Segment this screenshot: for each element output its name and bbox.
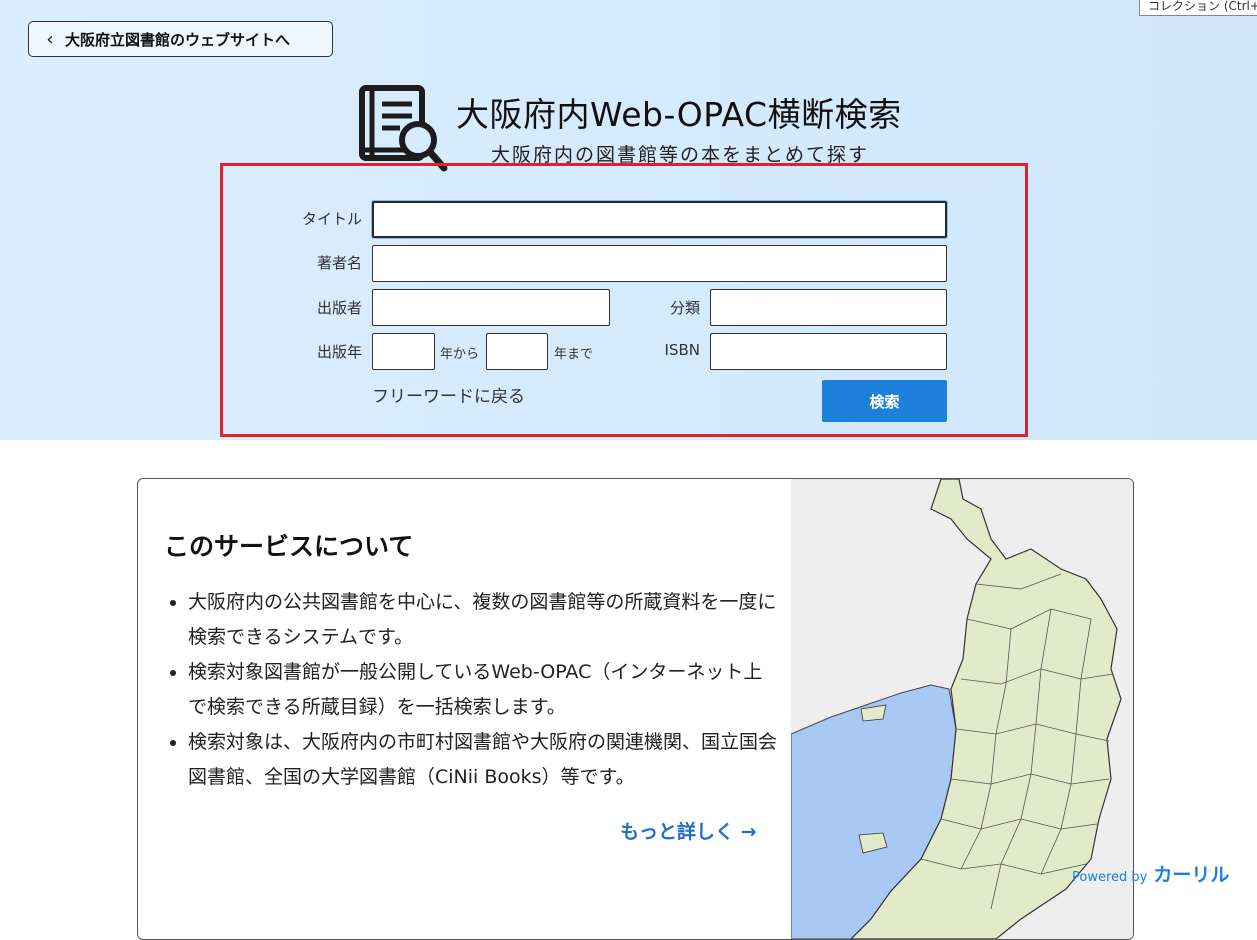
list-item: 大阪府内の公共図書館を中心に、複数の図書館等の所蔵資料を一度に検索できるシステム… [188,585,778,655]
publisher-label: 出版者 [316,299,362,317]
title-label: タイトル [301,210,362,228]
back-button-label: 大阪府立図書館のウェブサイトへ [65,30,291,49]
calil-logo: カーリル [1153,864,1230,886]
page-title: 大阪府内Web-OPAC横断検索 [456,95,902,134]
list-item: 検索対象図書館が一般公開しているWeb-OPAC（インターネット上で検索できる所… [188,655,778,725]
more-details-link[interactable]: もっと詳しく → [620,817,757,844]
search-button[interactable]: 検索 [822,380,947,422]
back-to-library-button[interactable]: ‹ 大阪府立図書館のウェブサイトへ [28,21,333,57]
freeword-link[interactable]: フリーワードに戻る [372,382,525,407]
about-heading: このサービスについて [164,532,414,561]
classification-label: 分類 [669,299,700,317]
about-card: このサービスについて 大阪府内の公共図書館を中心に、複数の図書館等の所蔵資料を一… [137,478,1134,940]
powered-by-label: Powered by [1072,870,1148,885]
isbn-input[interactable] [710,333,947,370]
title-input[interactable] [372,201,947,238]
isbn-label: ISBN [664,341,700,359]
year-to-input[interactable] [486,333,548,370]
list-item: 検索対象は、大阪府内の市町村図書館や大阪府の関連機関、国立国会図書館、全国の大学… [188,725,778,795]
about-list: 大阪府内の公共図書館を中心に、複数の図書館等の所蔵資料を一度に検索できるシステム… [164,585,778,795]
chevron-left-icon: ‹ [46,28,54,50]
publisher-input[interactable] [372,289,610,326]
classification-input[interactable] [710,289,947,326]
powered-by-calil[interactable]: Powered by カーリル [1072,860,1229,887]
author-label: 著者名 [316,254,362,272]
year-from-suffix: 年から [440,347,480,362]
year-label: 出版年 [316,343,362,361]
browser-tooltip: コレクション (Ctrl+ [1139,0,1257,16]
year-to-suffix: 年まで [554,347,594,362]
author-input[interactable] [372,245,947,282]
year-from-input[interactable] [372,333,435,370]
book-search-icon [359,85,448,172]
